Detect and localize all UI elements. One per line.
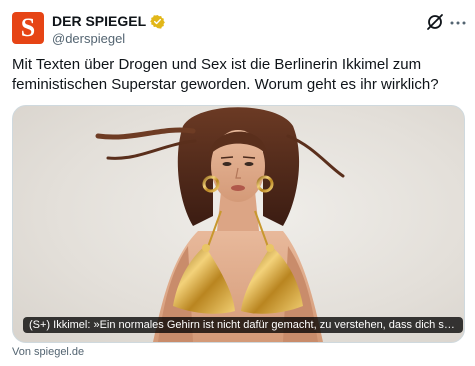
- author-handle[interactable]: @derspiegel: [52, 31, 125, 46]
- author-name-row: DER SPIEGEL: [52, 12, 166, 30]
- link-card[interactable]: (S+) Ikkimel: »Ein normales Gehirn ist n…: [12, 105, 465, 343]
- avatar[interactable]: S: [12, 12, 44, 44]
- tweet-text: Mit Texten über Drogen und Sex ist die B…: [12, 56, 439, 93]
- avatar-letter: S: [20, 13, 36, 42]
- display-name[interactable]: DER SPIEGEL: [52, 13, 146, 29]
- more-icon[interactable]: [449, 14, 467, 32]
- article-photo: [95, 107, 345, 342]
- verified-badge-icon: [150, 14, 166, 29]
- card-caption[interactable]: (S+) Ikkimel: »Ein normales Gehirn ist n…: [23, 317, 463, 333]
- card-source[interactable]: Von spiegel.de: [12, 346, 84, 358]
- grok-icon[interactable]: [425, 12, 445, 32]
